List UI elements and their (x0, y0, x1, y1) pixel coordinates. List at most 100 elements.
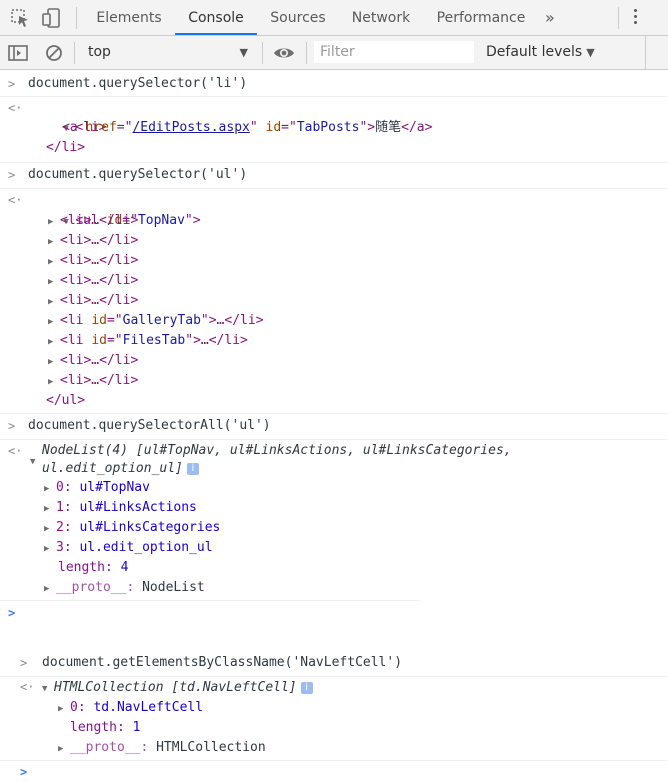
expand-triangle-icon[interactable]: ▶ (48, 372, 60, 392)
dom-node-li[interactable]: ▼ <li> (32, 98, 106, 135)
dom-node-li-gallerytab[interactable]: ▶ <li id="GalleryTab">…</li> (48, 311, 264, 331)
property-key: 2 (56, 520, 64, 535)
tab-separator (76, 7, 77, 29)
tag-text: ">…</li> (185, 333, 248, 348)
expand-triangle-icon[interactable]: ▶ (48, 332, 60, 352)
tag-text: =" (106, 333, 123, 348)
message-divider (0, 600, 420, 601)
message-divider (0, 96, 668, 97)
expand-triangle-icon[interactable]: ▶ (48, 352, 60, 372)
tab-separator (618, 7, 619, 29)
collection-item[interactable]: ▶ 0: td.NavLeftCell (58, 698, 203, 718)
expand-triangle-icon[interactable]: ▶ (58, 739, 70, 759)
tag-text: =" (281, 120, 297, 135)
expand-triangle-icon[interactable]: ▶ (44, 539, 56, 559)
property-key: 0 (70, 700, 78, 715)
htmlcollection-summary[interactable]: ▼ HTMLCollection [td.NavLeftCell] i (42, 678, 313, 698)
inspect-icon[interactable] (8, 6, 32, 30)
nodelist-item[interactable]: ▶ 2: ul#LinksCategories (44, 518, 220, 538)
console-command[interactable]: document.querySelector('ul') (28, 165, 247, 185)
tag-text: </li> (46, 140, 86, 155)
info-icon[interactable]: i (186, 462, 199, 475)
nodelist-proto[interactable]: ▶ __proto__: NodeList (44, 578, 205, 598)
property-value: ul#LinksCategories (79, 520, 221, 535)
summary-text: HTMLCollection [td.NavLeftCell] (54, 680, 297, 695)
property-key: __proto__ (70, 740, 141, 755)
console-command[interactable]: document.querySelector('li') (28, 74, 247, 94)
tab-elements[interactable]: Elements (88, 0, 170, 35)
context-selector[interactable]: top ▼ (80, 40, 256, 65)
expand-triangle-icon[interactable]: ▼ (30, 452, 42, 472)
dom-node-li[interactable]: ▶ <li>…</li> (48, 351, 138, 371)
toolbar-separator (645, 36, 646, 70)
expand-triangle-icon[interactable]: ▶ (58, 699, 70, 719)
property-key: length (70, 720, 117, 735)
expand-triangle-icon[interactable]: ▶ (48, 292, 60, 312)
dom-node-li[interactable]: ▶ <li>…</li> (48, 251, 138, 271)
nodelist-item[interactable]: ▶ 0: ul#TopNav (44, 478, 150, 498)
tag-text: ">…</li> (200, 313, 264, 328)
dom-node-li[interactable]: ▶ <li>…</li> (48, 271, 138, 291)
tab-sources[interactable]: Sources (262, 0, 334, 35)
expand-triangle-icon[interactable]: ▶ (44, 519, 56, 539)
input-prompt-icon: > (8, 419, 16, 433)
expand-triangle-icon[interactable]: ▼ (42, 679, 54, 699)
tag-text: <li>…</li> (60, 353, 139, 368)
console-toolbar: top ▼ Filter Default levels ▼ (0, 36, 668, 70)
attr-name: id (91, 313, 107, 328)
tag-text: <li (60, 313, 92, 328)
dom-node-li-filestab[interactable]: ▶ <li id="FilesTab">…</li> (48, 331, 248, 351)
filter-input[interactable]: Filter (314, 41, 474, 63)
dom-node-a[interactable]: <a href="/EditPosts.aspx" id="TabPosts">… (62, 118, 432, 138)
dom-node-li-close: </li> (46, 138, 85, 158)
prompt-caret-icon[interactable]: > (8, 603, 18, 623)
kebab-menu-icon[interactable] (634, 9, 638, 27)
dom-node-li[interactable]: ▶ <li>…</li> (48, 291, 138, 311)
expand-triangle-icon[interactable]: ▶ (44, 479, 56, 499)
attr-name: id (265, 120, 282, 135)
attr-name: id (91, 333, 107, 348)
device-toggle-icon[interactable] (40, 6, 64, 30)
console-command[interactable]: document.getElementsByClassName('NavLeft… (42, 653, 402, 673)
expand-triangle-icon[interactable]: ▶ (48, 312, 60, 332)
href-link[interactable]: /EditPosts.aspx (132, 120, 249, 135)
property-value: 4 (120, 560, 129, 575)
dom-node-li[interactable]: ▶ <li>…</li> (48, 371, 138, 391)
result-arrow-icon: <· (20, 680, 35, 694)
tab-network[interactable]: Network (342, 0, 420, 35)
dom-node-li[interactable]: ▶ <li>…</li> (48, 211, 138, 231)
tab-console[interactable]: Console (175, 0, 257, 35)
collection-proto[interactable]: ▶ __proto__: HTMLCollection (58, 738, 266, 758)
attr-name: href (85, 120, 117, 135)
log-levels-dropdown[interactable]: Default levels ▼ (486, 40, 595, 65)
expand-triangle-icon[interactable]: ▶ (48, 252, 60, 272)
nodelist-item[interactable]: ▶ 3: ul.edit_option_ul (44, 538, 213, 558)
nodelist-summary[interactable]: NodeList(4) [ul#TopNav, ul#LinksActions,… (42, 441, 512, 461)
expand-triangle-icon[interactable]: ▶ (48, 212, 60, 232)
tab-performance[interactable]: Performance (430, 0, 532, 35)
info-icon[interactable]: i (300, 681, 313, 694)
tag-text: " (249, 120, 266, 135)
tag-text: "> (184, 213, 201, 228)
toolbar-separator (262, 42, 263, 64)
console-command[interactable]: document.querySelectorAll('ul') (28, 416, 271, 436)
nodelist-item[interactable]: ▶ 1: ul#LinksActions (44, 498, 197, 518)
more-tabs-icon[interactable]: » (545, 0, 555, 35)
property-key: __proto__ (56, 580, 127, 595)
command-text: document.getElementsByClassName('NavLeft… (42, 655, 403, 670)
property-key: 3 (56, 540, 64, 555)
dom-node-ul[interactable]: ▼ <ul id="TopNav"> (32, 191, 200, 228)
tag-text: <li>…</li> (60, 373, 139, 388)
expand-triangle-icon[interactable]: ▶ (44, 499, 56, 519)
live-expression-icon[interactable] (272, 41, 296, 65)
input-prompt-icon: > (8, 77, 16, 91)
nodelist-summary-cont[interactable]: ul.edit_option_ul] i (42, 459, 199, 479)
prompt-caret-icon[interactable]: > (20, 762, 30, 782)
expand-triangle-icon[interactable]: ▶ (48, 272, 60, 292)
toolbar-separator (306, 42, 307, 64)
sidebar-toggle-icon[interactable] (6, 41, 30, 65)
expand-triangle-icon[interactable]: ▶ (48, 232, 60, 252)
expand-triangle-icon[interactable]: ▶ (44, 579, 56, 599)
clear-console-icon[interactable] (42, 41, 66, 65)
dom-node-li[interactable]: ▶ <li>…</li> (48, 231, 138, 251)
